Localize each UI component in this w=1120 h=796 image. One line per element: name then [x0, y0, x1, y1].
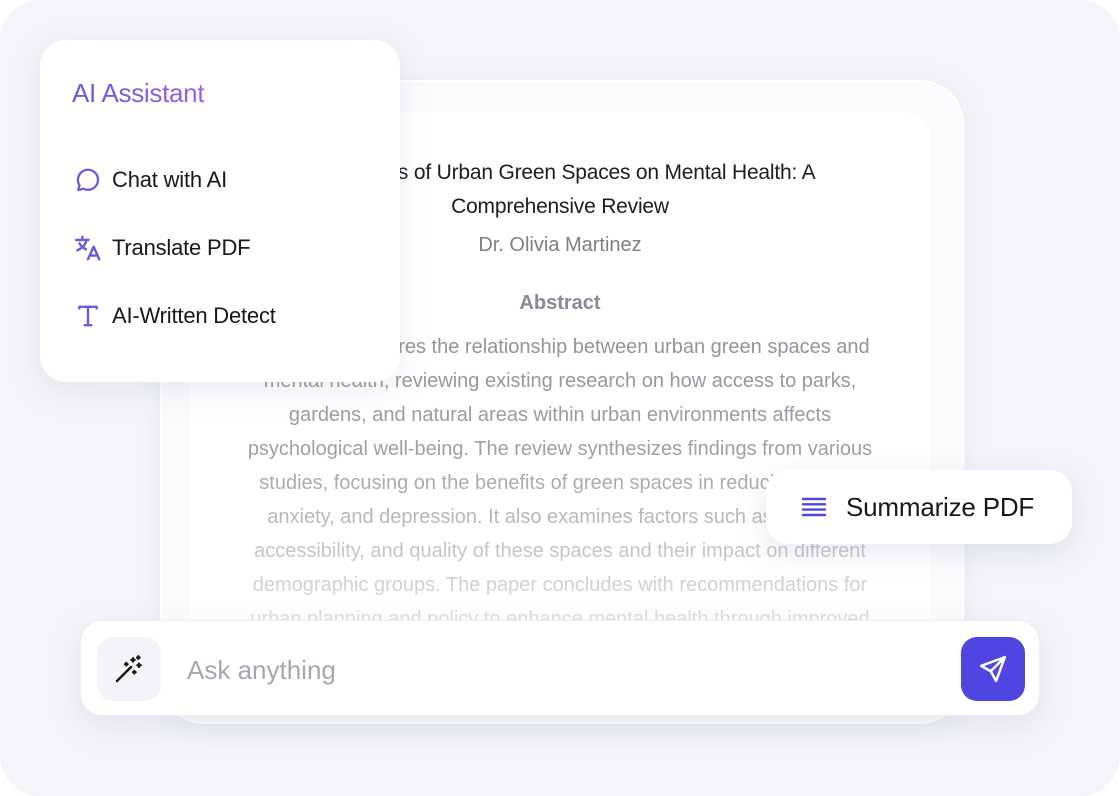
ai-written-detect-label: AI-Written Detect — [112, 303, 276, 328]
chat-with-ai-label: Chat with AI — [112, 167, 227, 192]
translate-icon — [72, 232, 104, 264]
ai-written-detect-item[interactable]: AI-Written Detect — [72, 296, 276, 336]
ai-assistant-panel: AI Assistant Chat with AI Translate PDF … — [40, 40, 400, 382]
ai-assistant-title: AI Assistant — [72, 78, 205, 108]
ask-input[interactable] — [185, 645, 949, 695]
magic-wand-icon — [113, 653, 145, 685]
send-icon — [978, 654, 1008, 684]
summarize-pdf-label: Summarize PDF — [846, 491, 1035, 522]
translate-pdf-label: Translate PDF — [112, 235, 251, 260]
summarize-pdf-button[interactable]: Summarize PDF — [766, 470, 1072, 544]
chat-bubble-icon — [72, 164, 104, 196]
ask-bar — [80, 620, 1040, 716]
magic-wand-button[interactable] — [97, 637, 161, 701]
list-lines-icon — [800, 493, 828, 521]
send-button[interactable] — [961, 637, 1025, 701]
chat-with-ai-item[interactable]: Chat with AI — [72, 160, 227, 200]
translate-pdf-item[interactable]: Translate PDF — [72, 228, 251, 268]
app-canvas: The Effects of Urban Green Spaces on Men… — [0, 0, 1120, 796]
text-t-icon — [72, 300, 104, 332]
